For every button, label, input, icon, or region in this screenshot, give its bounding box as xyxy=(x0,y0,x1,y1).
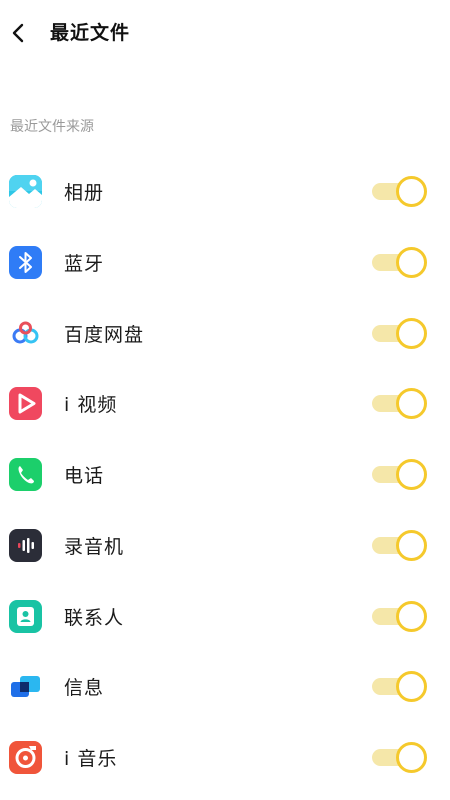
photo-album-icon xyxy=(9,175,42,208)
video-toggle[interactable] xyxy=(372,388,428,420)
toggle-knob xyxy=(396,600,427,632)
list-item-messages: 信息 xyxy=(0,651,450,722)
list-item-phone: 电话 xyxy=(0,439,450,510)
phone-toggle[interactable] xyxy=(372,459,428,490)
toggle-knob xyxy=(396,529,427,561)
baidu-netdisk-toggle[interactable] xyxy=(372,317,428,349)
recorder-toggle[interactable] xyxy=(372,529,428,561)
toggle-knob xyxy=(396,176,427,207)
toggle-knob xyxy=(396,459,427,490)
list-item-photo-album: 相册 xyxy=(0,156,450,227)
toggle-knob xyxy=(396,671,427,703)
contacts-icon xyxy=(9,599,42,633)
list-item-bluetooth: 蓝牙 xyxy=(0,227,450,298)
list-item-label: 相册 xyxy=(64,182,105,204)
list-item-recorder: 录音机 xyxy=(0,510,450,581)
recent-files-settings-page: 最近文件 最近文件来源 相册 蓝牙 百度网盘 i 视频 电话 录音机 联系人 信… xyxy=(0,0,450,800)
list-item-label: 联系人 xyxy=(64,606,125,629)
recorder-icon xyxy=(9,528,42,562)
list-item-music: i 音乐 xyxy=(0,722,450,793)
header-bar: 最近文件 xyxy=(0,0,450,64)
page-title: 最近文件 xyxy=(50,22,131,44)
list-item-video: i 视频 xyxy=(0,368,450,439)
music-toggle[interactable] xyxy=(372,742,428,773)
toggle-knob xyxy=(396,246,427,278)
photo-album-toggle[interactable] xyxy=(372,176,428,207)
messages-icon xyxy=(9,670,42,704)
list-item-label: i 音乐 xyxy=(64,748,118,770)
source-list: 相册 蓝牙 百度网盘 i 视频 电话 录音机 联系人 信息 i 音乐 xyxy=(0,156,450,793)
list-item-label: 百度网盘 xyxy=(64,323,145,346)
toggle-knob xyxy=(396,388,427,420)
list-item-baidu-netdisk: 百度网盘 xyxy=(0,298,450,369)
list-item-label: 电话 xyxy=(64,465,105,487)
list-item-label: 蓝牙 xyxy=(64,252,105,275)
contacts-toggle[interactable] xyxy=(372,600,428,632)
messages-toggle[interactable] xyxy=(372,671,428,703)
back-button[interactable] xyxy=(6,20,32,46)
phone-icon xyxy=(9,458,42,491)
list-item-contacts: 联系人 xyxy=(0,581,450,652)
bluetooth-toggle[interactable] xyxy=(372,246,428,278)
chevron-left-icon xyxy=(12,23,24,43)
toggle-knob xyxy=(396,742,427,773)
list-item-label: 录音机 xyxy=(64,535,125,558)
toggle-knob xyxy=(396,317,427,349)
video-play-icon xyxy=(9,387,42,421)
music-icon xyxy=(9,741,42,774)
baidu-netdisk-icon xyxy=(9,316,42,350)
bluetooth-icon xyxy=(9,245,42,279)
list-item-label: i 视频 xyxy=(64,394,118,417)
section-label: 最近文件来源 xyxy=(10,119,94,135)
list-item-label: 信息 xyxy=(64,677,105,700)
